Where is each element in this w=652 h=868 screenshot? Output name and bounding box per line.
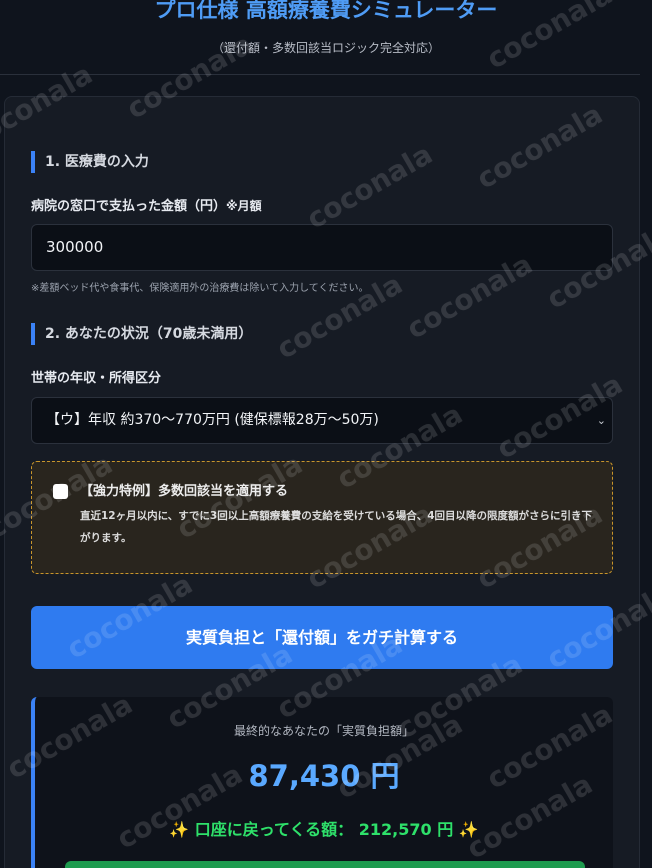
refund-line: ✨ 口座に戻ってくる額： 212,570 円 ✨ — [35, 816, 613, 840]
income-category-label: 世帯の年収・所得区分 — [31, 371, 162, 386]
simulator-page: プロ仕様 高額療養費シミュレーター （還付額・多数回該当ロジック完全対応） 1.… — [0, 0, 652, 868]
chevron-down-icon: ⌄ — [596, 414, 606, 427]
multiple-hit-title: 【強力特例】多数回該当を適用する — [80, 484, 289, 499]
page-subtitle: （還付額・多数回該当ロジック完全対応） — [211, 41, 440, 55]
refund-prefix: 口座に戻ってくる額： — [194, 820, 354, 839]
header-divider — [0, 74, 640, 75]
result-amount: 87,430 円 — [248, 759, 400, 793]
multiple-hit-special-box: 【強力特例】多数回該当を適用する 直近12ヶ月以内に、すでに3回以上高額療養費の… — [31, 461, 613, 574]
multiple-hit-checkbox[interactable] — [53, 484, 68, 499]
section-heading-status: 2. あなたの状況（70歳未満用） — [31, 323, 252, 345]
sparkle-icon: ✨ — [458, 820, 479, 839]
result-label: 最終的なあなたの「実質負担額」 — [233, 724, 414, 738]
payment-amount-label: 病院の窓口で支払った金額（円）※月額 — [31, 195, 262, 214]
refund-amount: 212,570 円 — [358, 820, 454, 839]
income-category-selected: 【ウ】年収 約370〜770万円 (健保標報28万〜50万) — [46, 412, 379, 428]
income-category-select[interactable]: 【ウ】年収 約370〜770万円 (健保標報28万〜50万) ⌄ — [31, 397, 613, 444]
next-action-button-edge[interactable] — [65, 861, 585, 868]
calculate-button[interactable]: 実質負担と「還付額」をガチ計算する — [31, 606, 613, 669]
monthly-note: ※月額 — [226, 199, 262, 213]
payment-amount-input[interactable]: 300000 — [31, 224, 613, 271]
page-title: プロ仕様 高額療養費シミュレーター — [154, 0, 498, 22]
payment-amount-label-text: 病院の窓口で支払った金額（円） — [31, 199, 227, 214]
result-panel: 最終的なあなたの「実質負担額」 87,430 円 ✨ 口座に戻ってくる額： 21… — [31, 697, 613, 868]
exclusion-note: ※差額ベッド代や食事代、保険適用外の治療費は除いて入力してください。 — [31, 283, 369, 294]
section-heading-medical-cost: 1. 医療費の入力 — [31, 151, 149, 173]
multiple-hit-description: 直近12ヶ月以内に、すでに3回以上高額療養費の支給を受けている場合、4回目以降の… — [80, 510, 593, 544]
sparkle-icon: ✨ — [169, 820, 190, 839]
